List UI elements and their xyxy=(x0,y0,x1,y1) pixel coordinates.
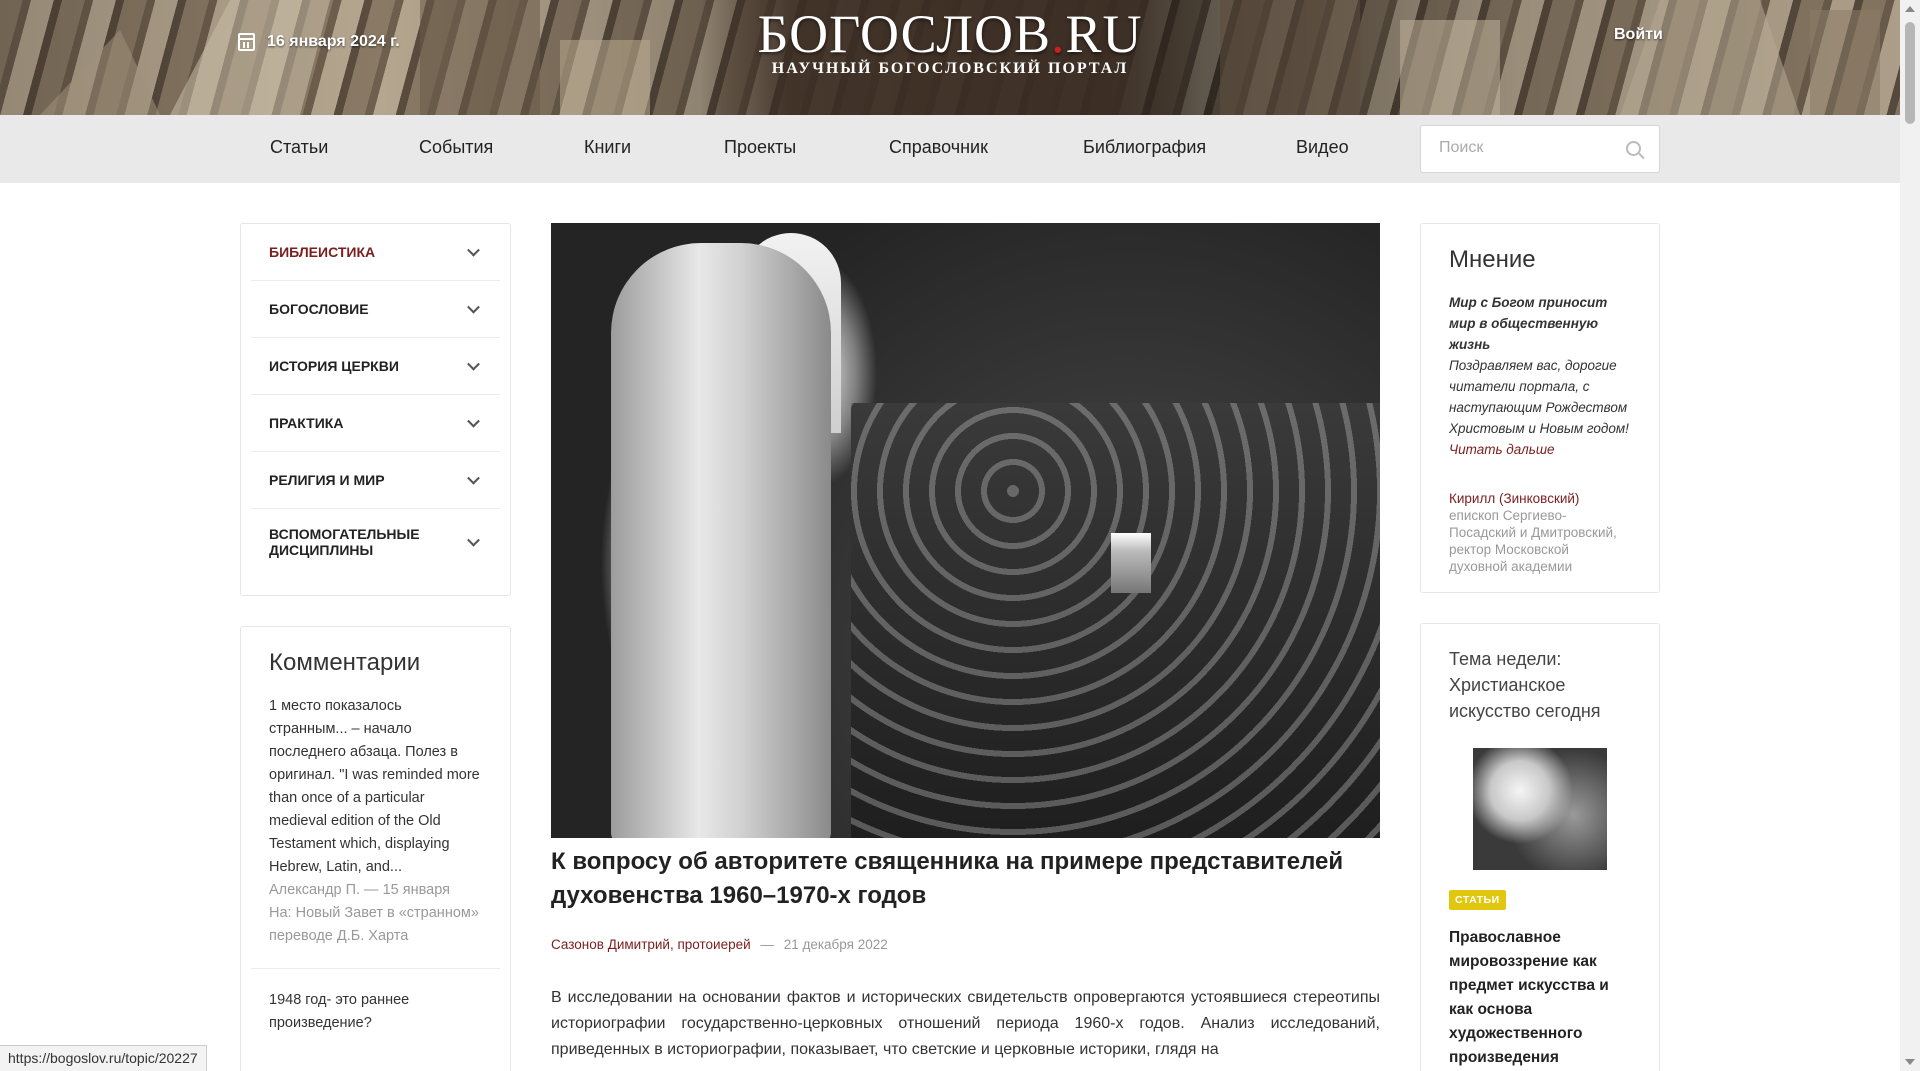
category-item-church-history[interactable]: ИСТОРИЯ ЦЕРКВИ xyxy=(251,338,500,395)
logo-red-dot: . xyxy=(1050,4,1066,64)
comment-item[interactable]: 1948 год- это раннее произведение? xyxy=(269,989,482,1035)
chevron-down-icon[interactable] xyxy=(467,357,480,371)
logo-subtitle: НАУЧНЫЙ БОГОСЛОВСКИЙ ПОРТАЛ xyxy=(771,60,1129,77)
category-item-biblical-studies[interactable]: БИБЛЕИСТИКА xyxy=(251,224,500,281)
theme-of-week-widget: Тема недели: Христианское искусство сего… xyxy=(1420,623,1660,1071)
chevron-down-icon[interactable] xyxy=(467,414,480,428)
nav-item-bibliography[interactable]: Библиография xyxy=(1083,137,1206,158)
category-item-auxiliary-disciplines[interactable]: ВСПОМОГАТЕЛЬНЫЕ ДИСЦИПЛИНЫ xyxy=(251,509,500,574)
page: 16 января 2024 г. БОГОСЛОВ.RU НАУЧНЫЙ БО… xyxy=(0,0,1920,1071)
week-thumbnail[interactable] xyxy=(1473,748,1607,870)
author-name[interactable]: Кирилл (Зинковский) xyxy=(1449,490,1631,507)
nav-item-video[interactable]: Видео xyxy=(1296,137,1349,158)
category-item-theology[interactable]: БОГОСЛОВИЕ xyxy=(251,281,500,338)
search-icon[interactable] xyxy=(1626,141,1641,156)
chevron-down-icon[interactable] xyxy=(467,300,480,314)
chevron-down-icon[interactable] xyxy=(467,533,480,547)
comment-meta: Александр П. — 15 января xyxy=(269,882,450,898)
week-post-title[interactable]: Православное мировоззрение как предмет и… xyxy=(1449,926,1631,1070)
logo-title: БОГОСЛОВ.RU xyxy=(757,4,1143,64)
header-date: 16 января 2024 г. xyxy=(238,33,400,51)
category-label: ИСТОРИЯ ЦЕРКВИ xyxy=(269,358,399,374)
opinion-headline[interactable]: Мир с Богом приносит мир в общественную … xyxy=(1449,295,1607,352)
category-label: РЕЛИГИЯ И МИР xyxy=(269,472,385,488)
site-logo[interactable]: БОГОСЛОВ.RU НАУЧНЫЙ БОГОСЛОВСКИЙ ПОРТАЛ xyxy=(700,6,1200,78)
week-title: Тема недели: Христианское искусство сего… xyxy=(1449,649,1601,721)
page-scrollbar[interactable] xyxy=(1900,0,1920,1071)
nav-item-events[interactable]: События xyxy=(419,137,493,158)
author-role: епископ Сергиево-Посадский и Дмитровский… xyxy=(1449,508,1617,574)
nav-item-projects[interactable]: Проекты xyxy=(724,137,796,158)
banner-artwork-right xyxy=(1220,0,1880,115)
category-badge[interactable]: СТАТЬИ xyxy=(1449,890,1506,910)
meta-separator: — xyxy=(760,937,774,952)
comments-title: Комментарии xyxy=(269,649,421,676)
status-bar-url: https://bogoslov.ru/topic/20227 xyxy=(0,1045,207,1071)
category-label: БОГОСЛОВИЕ xyxy=(269,301,369,317)
nav-item-articles[interactable]: Статьи xyxy=(270,137,328,158)
article-date: 21 декабря 2022 xyxy=(783,937,888,952)
calendar-icon xyxy=(238,33,255,51)
search-box xyxy=(1420,125,1660,173)
comment-target[interactable]: На: Новый Завет в «странном» переводе Д.… xyxy=(269,902,482,948)
opinion-title: Мнение xyxy=(1449,246,1536,273)
category-label: ПРАКТИКА xyxy=(269,415,344,431)
nav-item-reference[interactable]: Справочник xyxy=(889,137,988,158)
article-author[interactable]: Сазонов Димитрий, протоиерей xyxy=(551,937,751,952)
scroll-up-icon[interactable] xyxy=(1905,6,1915,12)
opinion-author: Кирилл (Зинковский) епископ Сергиево-Пос… xyxy=(1449,490,1631,575)
hero-priest-figure xyxy=(611,243,831,838)
category-item-practice[interactable]: ПРАКТИКА xyxy=(251,395,500,452)
category-item-religion-and-world[interactable]: РЕЛИГИЯ И МИР xyxy=(251,452,500,509)
hero-crowd xyxy=(851,403,1380,838)
comment-text[interactable]: 1948 год- это раннее произведение? xyxy=(269,989,482,1035)
comments-widget: Комментарии 1 место показалось странным.… xyxy=(240,626,511,1071)
comment-text[interactable]: 1 место показалось странным... – начало … xyxy=(269,695,482,879)
login-link[interactable]: Войти xyxy=(1614,26,1663,44)
opinion-quote: Мир с Богом приносит мир в общественную … xyxy=(1449,292,1631,460)
search-input[interactable] xyxy=(1439,139,1619,157)
article-meta: Сазонов Димитрий, протоиерей — 21 декабр… xyxy=(551,937,888,952)
chevron-down-icon[interactable] xyxy=(467,243,480,257)
category-menu: БИБЛЕИСТИКА БОГОСЛОВИЕ ИСТОРИЯ ЦЕРКВИ ПР… xyxy=(240,223,511,596)
hero-candles xyxy=(1111,533,1151,593)
comment-item[interactable]: 1 место показалось странным... – начало … xyxy=(269,695,482,948)
opinion-text: Поздравляем вас, дорогие читатели портал… xyxy=(1449,358,1629,436)
article-hero-image[interactable] xyxy=(551,223,1380,838)
scroll-down-icon[interactable] xyxy=(1905,1059,1915,1065)
category-label: ВСПОМОГАТЕЛЬНЫЕ ДИСЦИПЛИНЫ xyxy=(269,525,420,558)
date-text: 16 января 2024 г. xyxy=(267,33,400,50)
chevron-down-icon[interactable] xyxy=(467,471,480,485)
read-more-link[interactable]: Читать дальше xyxy=(1449,442,1555,457)
header-banner: 16 января 2024 г. БОГОСЛОВ.RU НАУЧНЫЙ БО… xyxy=(0,0,1900,115)
banner-artwork-left xyxy=(40,0,650,115)
article-lead: В исследовании на основании фактов и ист… xyxy=(551,989,1380,1058)
article-title[interactable]: К вопросу об авторитете священника на пр… xyxy=(551,845,1380,913)
main-nav: Статьи События Книги Проекты Справочник … xyxy=(0,115,1900,183)
scrollbar-thumb[interactable] xyxy=(1905,22,1915,124)
divider xyxy=(251,968,500,969)
nav-item-books[interactable]: Книги xyxy=(584,137,631,158)
opinion-widget: Мнение Мир с Богом приносит мир в общест… xyxy=(1420,223,1660,593)
category-label: БИБЛЕИСТИКА xyxy=(269,244,376,260)
